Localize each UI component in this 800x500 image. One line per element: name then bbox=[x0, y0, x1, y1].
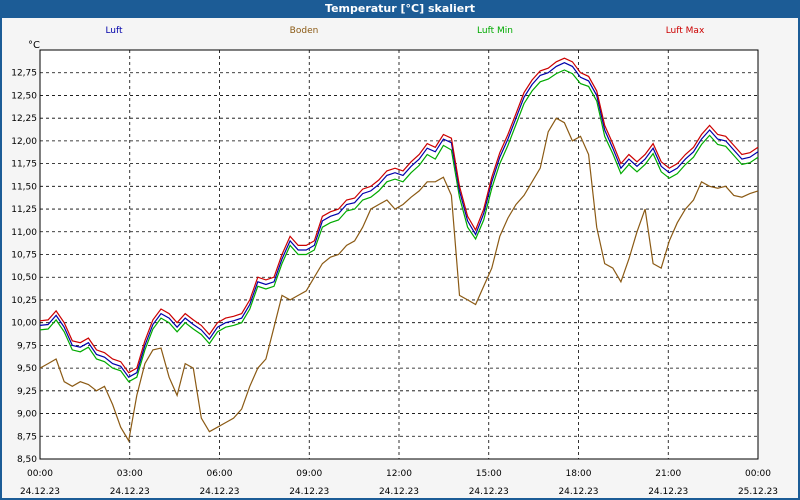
y-tick-label: 9,00 bbox=[17, 410, 37, 420]
x-tick-time: 09:00 bbox=[296, 469, 322, 479]
x-tick-time: 15:00 bbox=[476, 469, 502, 479]
legend-luft-max: Luft Max bbox=[666, 26, 705, 36]
y-axis-unit: °C bbox=[28, 40, 40, 51]
y-tick-label: 10,00 bbox=[11, 319, 37, 329]
y-tick-label: 11,00 bbox=[11, 228, 37, 238]
x-tick-time: 18:00 bbox=[566, 469, 592, 479]
y-tick-label: 10,75 bbox=[11, 251, 37, 261]
x-tick-date: 24.12.23 bbox=[469, 487, 509, 497]
y-tick-label: 9,25 bbox=[17, 387, 37, 397]
y-tick-label: 12,00 bbox=[11, 137, 37, 147]
y-tick-label: 12,75 bbox=[11, 69, 37, 79]
legend-luft-min: Luft Min bbox=[477, 26, 513, 36]
x-tick-date: 24.12.23 bbox=[20, 487, 60, 497]
chart-window: Temperatur [°C] skaliert 8,50 8,75 9,00 9,2… bbox=[0, 0, 800, 500]
legend-boden: Boden bbox=[290, 26, 319, 36]
legend-luft: Luft bbox=[105, 26, 123, 36]
x-tick-date: 24.12.23 bbox=[648, 487, 688, 497]
y-tick-label: 10,50 bbox=[11, 273, 37, 283]
x-tick-date: 24.12.23 bbox=[289, 487, 329, 497]
x-tick-time: 06:00 bbox=[207, 469, 233, 479]
y-tick-label: 9,50 bbox=[17, 364, 37, 374]
y-tick-label: 9,75 bbox=[17, 341, 37, 351]
x-tick-date: 25.12.23 bbox=[738, 487, 778, 497]
y-tick-label: 11,50 bbox=[11, 182, 37, 192]
y-tick-label: 8,50 bbox=[17, 455, 37, 465]
chart-svg: 8,50 8,75 9,00 9,25 9,50 9,75 10,00 10,25 10,50 1… bbox=[11, 26, 778, 497]
x-tick-date: 24.12.23 bbox=[558, 487, 598, 497]
x-tick-time: 12:00 bbox=[386, 469, 412, 479]
y-tick-label: 11,75 bbox=[11, 160, 37, 170]
x-tick-date: 24.12.23 bbox=[199, 487, 239, 497]
y-tick-label: 12,25 bbox=[11, 114, 37, 124]
x-tick-date: 24.12.23 bbox=[110, 487, 150, 497]
x-tick-time: 00:00 bbox=[27, 469, 53, 479]
y-tick-label: 12,50 bbox=[11, 91, 37, 101]
chart-area: 8,50 8,75 9,00 9,25 9,50 9,75 10,00 10,25 10,50 1… bbox=[2, 18, 798, 498]
window-title: Temperatur [°C] skaliert bbox=[325, 2, 475, 15]
x-tick-time: 00:00 bbox=[745, 469, 771, 479]
y-tick-label: 11,25 bbox=[11, 205, 37, 215]
x-tick-date: 24.12.23 bbox=[379, 487, 419, 497]
x-tick-time: 03:00 bbox=[117, 469, 143, 479]
x-tick-time: 21:00 bbox=[655, 469, 681, 479]
y-tick-label: 8,75 bbox=[17, 432, 37, 442]
y-tick-label: 10,25 bbox=[11, 296, 37, 306]
